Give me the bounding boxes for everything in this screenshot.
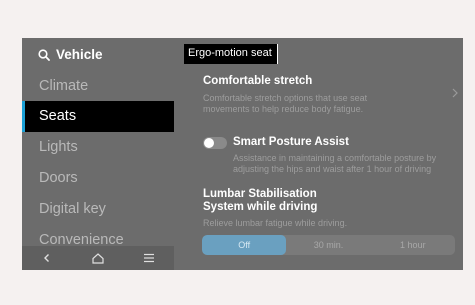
search-header[interactable]: Vehicle	[38, 47, 103, 62]
smart-posture-title: Smart Posture Assist	[233, 136, 349, 148]
lumbar-title-line1: Lumbar Stabilisation	[203, 188, 317, 200]
lumbar-option-30-min[interactable]: 30 min.	[286, 235, 370, 255]
home-button[interactable]	[83, 248, 113, 268]
search-icon	[38, 48, 50, 61]
sidebar-item-climate[interactable]: Climate	[22, 71, 174, 102]
lumbar-option-1-hour[interactable]: 1 hour	[371, 235, 455, 255]
lumbar-duration-selector: Off 30 min. 1 hour	[202, 235, 455, 255]
smart-posture-toggle[interactable]	[203, 137, 227, 149]
sidebar-title: Vehicle	[56, 47, 103, 62]
sidebar-item-seats[interactable]: Seats	[22, 101, 174, 132]
infotainment-screen: Vehicle Climate Seats Lights Doors Digit…	[22, 38, 463, 270]
chevron-right-icon	[452, 88, 458, 98]
sidebar-item-doors[interactable]: Doors	[22, 163, 174, 194]
back-icon	[44, 254, 50, 262]
smart-posture-description-line1: Assistance in maintaining a comfortable …	[233, 153, 437, 163]
settings-content: Ergo-motion seat Comfortable stretch Com…	[174, 38, 463, 270]
sidebar: Vehicle Climate Seats Lights Doors Digit…	[22, 38, 174, 270]
home-icon	[92, 252, 104, 264]
bottom-nav-bar	[22, 246, 174, 270]
sidebar-item-digital-key[interactable]: Digital key	[22, 194, 174, 225]
comfortable-stretch-description-line2: movements to help reduce body fatigue.	[203, 104, 364, 114]
lumbar-description: Relieve lumbar fatigue while driving.	[203, 218, 348, 228]
toggle-knob	[204, 138, 214, 148]
sidebar-item-lights[interactable]: Lights	[22, 132, 174, 163]
comfortable-stretch-description-line1: Comfortable stretch options that use sea…	[203, 93, 368, 103]
lumbar-title-line2: System while driving	[203, 201, 318, 213]
comfortable-stretch-title: Comfortable stretch	[203, 75, 313, 87]
section-tooltip: Ergo-motion seat	[184, 44, 278, 64]
back-button[interactable]	[32, 248, 62, 268]
lumbar-option-off[interactable]: Off	[202, 235, 287, 255]
menu-icon	[143, 253, 154, 263]
menu-button[interactable]	[134, 248, 164, 268]
smart-posture-description-line2: adjusting the hips and waist after 1 hou…	[233, 164, 432, 174]
